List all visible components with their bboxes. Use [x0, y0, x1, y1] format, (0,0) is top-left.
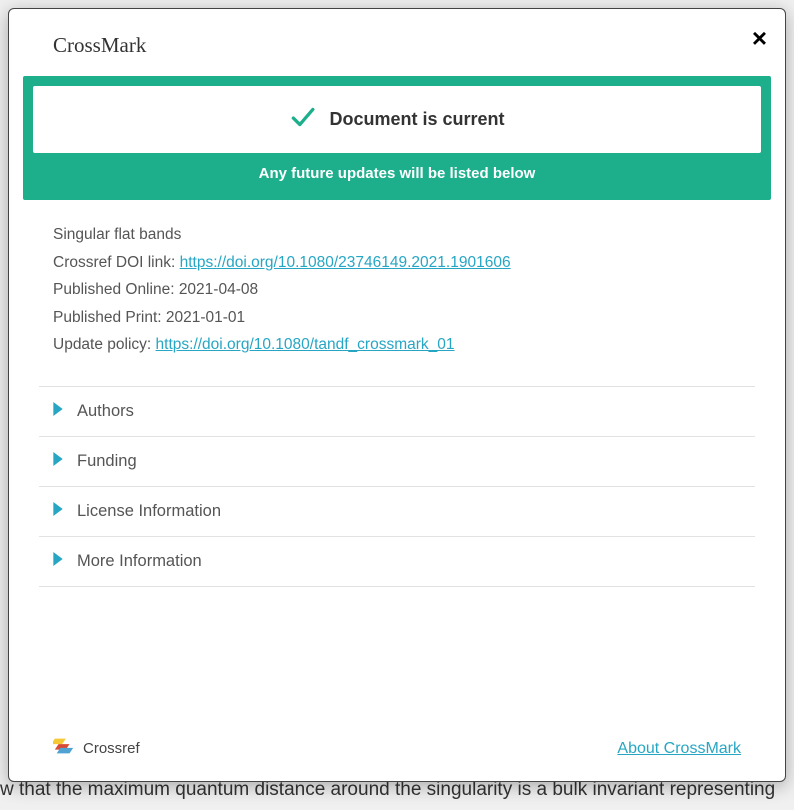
brand-title: CrossMark — [53, 33, 785, 58]
crossref-logo[interactable]: Crossref — [53, 734, 140, 763]
published-online-label: Published Online: — [53, 281, 179, 298]
accordion-more-info[interactable]: More Information — [39, 537, 755, 587]
chevron-right-icon — [53, 402, 63, 421]
accordion-label: Authors — [77, 402, 134, 421]
crossref-label: Crossref — [83, 740, 140, 757]
accordion-label: License Information — [77, 502, 221, 521]
accordion: Authors Funding License Information More… — [39, 386, 755, 587]
update-policy-link[interactable]: https://doi.org/10.1080/tandf_crossmark_… — [156, 336, 455, 353]
doi-row: Crossref DOI link: https://doi.org/10.10… — [53, 250, 741, 276]
close-icon: × — [752, 23, 767, 53]
crossref-icon — [53, 734, 75, 763]
doi-label: Crossref DOI link: — [53, 254, 180, 271]
published-online-row: Published Online: 2021-04-08 — [53, 277, 741, 303]
status-banner: Document is current Any future updates w… — [23, 76, 771, 200]
update-policy-row: Update policy: https://doi.org/10.1080/t… — [53, 332, 741, 358]
about-crossmark-link[interactable]: About CrossMark — [617, 740, 741, 758]
accordion-label: Funding — [77, 452, 137, 471]
published-online-value: 2021-04-08 — [179, 281, 258, 298]
status-text: Document is current — [329, 109, 504, 130]
crossmark-modal: × CrossMark Document is current Any futu… — [8, 8, 786, 782]
doi-link[interactable]: https://doi.org/10.1080/23746149.2021.19… — [180, 254, 511, 271]
accordion-funding[interactable]: Funding — [39, 437, 755, 487]
accordion-authors[interactable]: Authors — [39, 386, 755, 437]
published-print-row: Published Print: 2021-01-01 — [53, 305, 741, 331]
chevron-right-icon — [53, 552, 63, 571]
chevron-right-icon — [53, 452, 63, 471]
update-policy-label: Update policy: — [53, 336, 156, 353]
article-title: Singular flat bands — [53, 222, 741, 248]
chevron-right-icon — [53, 502, 63, 521]
modal-footer: Crossref About CrossMark — [53, 734, 741, 763]
metadata-block: Singular flat bands Crossref DOI link: h… — [53, 222, 741, 360]
status-subtext: Any future updates will be listed below — [33, 165, 761, 182]
published-print-value: 2021-01-01 — [166, 309, 245, 326]
check-icon — [289, 104, 315, 135]
accordion-label: More Information — [77, 552, 202, 571]
published-print-label: Published Print: — [53, 309, 166, 326]
status-inner: Document is current — [33, 86, 761, 153]
accordion-license[interactable]: License Information — [39, 487, 755, 537]
close-button[interactable]: × — [752, 25, 767, 51]
